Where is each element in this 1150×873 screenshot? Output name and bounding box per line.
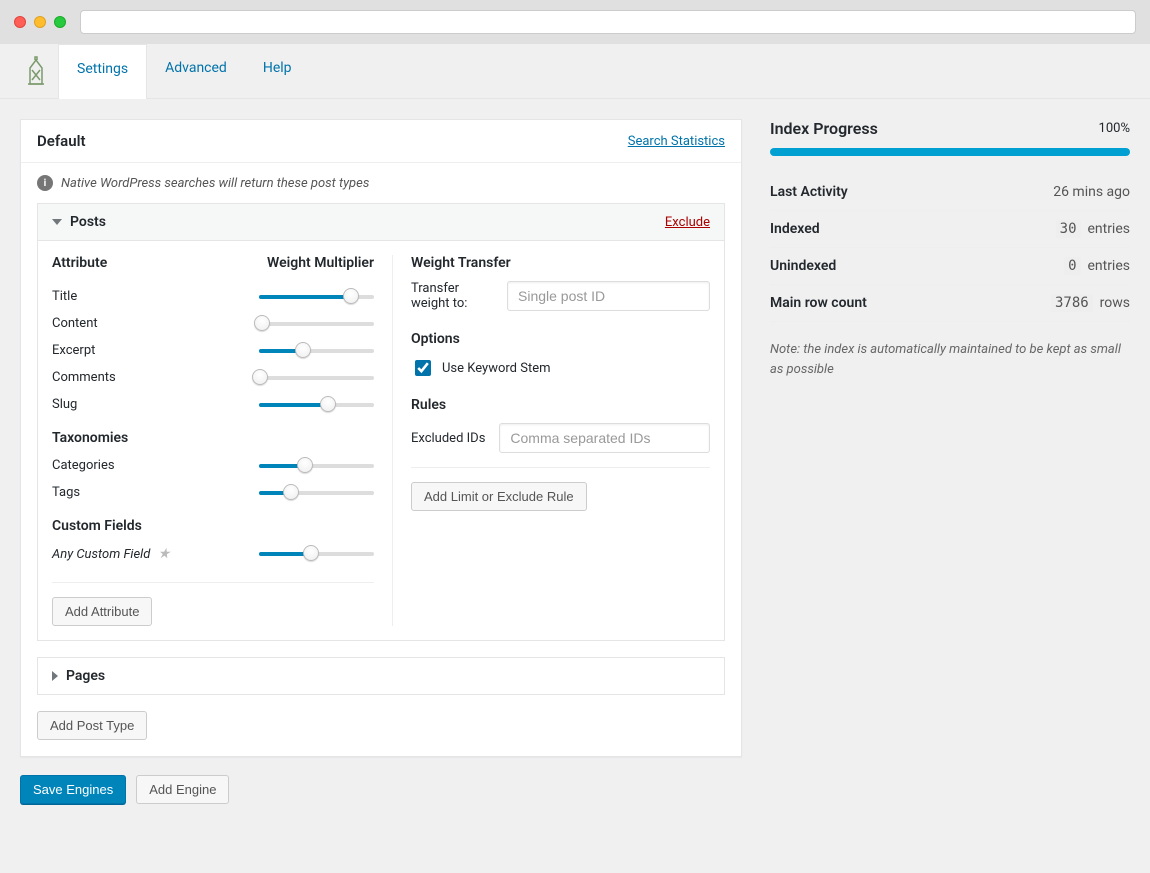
star-icon: ★ bbox=[158, 546, 171, 562]
stat-row: Indexed 30 entries bbox=[770, 211, 1130, 248]
attribute-label: Slug bbox=[52, 397, 77, 412]
attribute-label: Title bbox=[52, 289, 77, 304]
index-progress-title: Index Progress bbox=[770, 119, 878, 138]
column-header-multiplier: Weight Multiplier bbox=[267, 255, 374, 271]
excluded-ids-input[interactable] bbox=[499, 423, 710, 453]
close-window-icon[interactable] bbox=[14, 16, 26, 28]
attribute-row: Slug bbox=[52, 391, 374, 418]
progress-bar bbox=[770, 148, 1130, 156]
address-bar[interactable] bbox=[80, 10, 1136, 34]
stat-label: Unindexed bbox=[770, 258, 836, 274]
search-statistics-link[interactable]: Search Statistics bbox=[628, 134, 725, 149]
minimize-window-icon[interactable] bbox=[34, 16, 46, 28]
any-custom-field-label: Any Custom Field ★ bbox=[52, 546, 170, 562]
stat-row: Unindexed 0 entries bbox=[770, 248, 1130, 285]
engine-panel: Default Search Statistics i Native WordP… bbox=[20, 119, 742, 757]
index-progress-sidebar: Index Progress 100% Last Activity 26 mins… bbox=[770, 119, 1130, 379]
attribute-row: Excerpt bbox=[52, 337, 374, 364]
index-note: Note: the index is automatically maintai… bbox=[770, 340, 1130, 379]
transfer-weight-label: Transfer weight to: bbox=[411, 281, 493, 311]
stat-value: 3786 bbox=[1051, 294, 1093, 312]
add-attribute-button[interactable]: Add Attribute bbox=[52, 597, 152, 626]
weight-transfer-heading: Weight Transfer bbox=[411, 255, 710, 271]
taxonomies-label: Taxonomies bbox=[52, 430, 374, 446]
weight-slider[interactable] bbox=[259, 459, 374, 473]
stat-label: Main row count bbox=[770, 295, 867, 311]
save-engines-button[interactable]: Save Engines bbox=[20, 775, 126, 804]
weight-slider[interactable] bbox=[259, 317, 374, 331]
stat-value: 26 mins ago bbox=[1053, 184, 1130, 200]
browser-chrome bbox=[0, 0, 1150, 44]
stat-value: 0 bbox=[1064, 257, 1080, 275]
weight-slider[interactable] bbox=[259, 486, 374, 500]
rules-heading: Rules bbox=[411, 397, 710, 413]
stat-suffix: rows bbox=[1100, 295, 1130, 311]
chevron-right-icon bbox=[52, 671, 58, 681]
keyword-stem-label: Use Keyword Stem bbox=[442, 361, 551, 376]
taxonomy-label: Categories bbox=[52, 458, 115, 473]
posts-toggle[interactable]: Posts bbox=[52, 214, 106, 230]
add-post-type-button[interactable]: Add Post Type bbox=[37, 711, 147, 740]
taxonomy-label: Tags bbox=[52, 485, 80, 500]
pages-section-title: Pages bbox=[66, 668, 105, 684]
transfer-weight-input[interactable] bbox=[507, 281, 710, 311]
weight-slider[interactable] bbox=[259, 344, 374, 358]
tab-advanced[interactable]: Advanced bbox=[147, 44, 245, 98]
add-engine-button[interactable]: Add Engine bbox=[136, 775, 229, 804]
options-heading: Options bbox=[411, 331, 710, 347]
exclude-link[interactable]: Exclude bbox=[665, 215, 710, 230]
attribute-label: Excerpt bbox=[52, 343, 95, 358]
attribute-row: Comments bbox=[52, 364, 374, 391]
weight-slider[interactable] bbox=[259, 290, 374, 304]
app-logo-icon bbox=[14, 44, 58, 98]
custom-fields-label: Custom Fields bbox=[52, 518, 374, 534]
stat-value: 30 bbox=[1056, 220, 1081, 238]
index-progress-percent: 100% bbox=[1099, 121, 1130, 136]
info-icon: i bbox=[37, 175, 53, 191]
panel-title: Default bbox=[37, 132, 86, 150]
weight-slider[interactable] bbox=[259, 547, 374, 561]
excluded-ids-label: Excluded IDs bbox=[411, 431, 485, 446]
pages-section[interactable]: Pages bbox=[37, 657, 725, 695]
attribute-label: Content bbox=[52, 316, 98, 331]
maximize-window-icon[interactable] bbox=[54, 16, 66, 28]
stat-label: Last Activity bbox=[770, 184, 848, 200]
attribute-row: Title bbox=[52, 283, 374, 310]
posts-section: Posts Exclude Attribute Weight Multiplie… bbox=[37, 203, 725, 641]
stat-row: Last Activity 26 mins ago bbox=[770, 174, 1130, 211]
column-header-attribute: Attribute bbox=[52, 255, 107, 271]
keyword-stem-checkbox[interactable] bbox=[415, 360, 431, 376]
add-rule-button[interactable]: Add Limit or Exclude Rule bbox=[411, 482, 587, 511]
tab-settings[interactable]: Settings bbox=[58, 44, 147, 99]
app-tabs: Settings Advanced Help bbox=[0, 44, 1150, 99]
stat-label: Indexed bbox=[770, 221, 820, 237]
tab-help[interactable]: Help bbox=[245, 44, 310, 98]
chevron-down-icon bbox=[52, 219, 62, 225]
posts-section-title: Posts bbox=[70, 214, 106, 230]
taxonomy-row: Tags bbox=[52, 479, 374, 506]
stat-suffix: entries bbox=[1087, 221, 1130, 237]
stat-suffix: entries bbox=[1087, 258, 1130, 274]
attribute-row: Content bbox=[52, 310, 374, 337]
stat-row: Main row count 3786 rows bbox=[770, 285, 1130, 322]
attribute-label: Comments bbox=[52, 370, 116, 385]
weight-slider[interactable] bbox=[259, 398, 374, 412]
taxonomy-row: Categories bbox=[52, 452, 374, 479]
info-text: Native WordPress searches will return th… bbox=[61, 176, 369, 191]
window-controls bbox=[14, 16, 66, 28]
weight-slider[interactable] bbox=[259, 371, 374, 385]
